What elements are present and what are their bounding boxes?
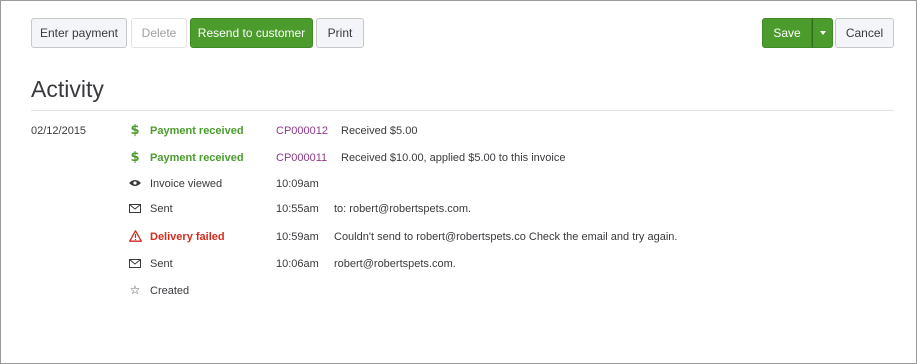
envelope-icon — [128, 256, 142, 270]
activity-time: 10:09am — [276, 178, 319, 190]
activity-event: Delivery failed — [150, 231, 225, 243]
activity-time: 10:55am — [276, 203, 319, 215]
activity-title: Activity — [31, 76, 104, 102]
activity-row: $ Payment received CP000012 Received $5.… — [1, 123, 917, 139]
star-icon: ☆ — [129, 283, 141, 297]
activity-row: Invoice viewed 10:09am — [1, 176, 917, 192]
resend-to-customer-button[interactable]: Resend to customer — [190, 18, 313, 48]
activity-detail: Received $5.00 — [341, 125, 418, 137]
activity-detail: robert@robertspets.com. — [334, 258, 456, 270]
save-options-dropdown[interactable] — [812, 18, 833, 48]
chevron-down-icon — [819, 31, 826, 35]
print-button[interactable]: Print — [316, 18, 364, 48]
activity-row: Delivery failed 10:59am Couldn't send to… — [1, 229, 917, 245]
dollar-icon: $ — [130, 122, 140, 138]
enter-payment-button[interactable]: Enter payment — [31, 18, 127, 48]
activity-detail: Received $10.00, applied $5.00 to this i… — [341, 152, 566, 164]
payment-ref-link[interactable]: CP000012 — [276, 125, 328, 137]
activity-event: Created — [150, 285, 190, 297]
activity-time: 10:06am — [276, 258, 319, 270]
warning-icon — [128, 229, 142, 243]
cancel-button[interactable]: Cancel — [835, 18, 894, 48]
activity-detail: Couldn't send to robert@robertspets.co C… — [334, 231, 678, 243]
eye-icon — [128, 176, 142, 190]
activity-event: Invoice viewed — [150, 178, 223, 190]
invoice-activity-panel: Enter payment Delete Resend to customer … — [0, 0, 917, 364]
envelope-icon — [128, 201, 142, 215]
divider — [31, 110, 894, 111]
activity-event: Sent — [150, 258, 173, 270]
activity-row: Sent 10:06am robert@robertspets.com. — [1, 256, 917, 272]
save-button[interactable]: Save — [762, 18, 812, 48]
payment-ref-link[interactable]: CP000011 — [276, 152, 327, 164]
delete-button[interactable]: Delete — [131, 18, 187, 48]
activity-row: Sent 10:55am to: robert@robertspets.com. — [1, 201, 917, 217]
activity-event: Payment received — [150, 152, 244, 164]
activity-event: Payment received — [150, 125, 244, 137]
activity-event: Sent — [150, 203, 173, 215]
activity-row: $ Payment received CP000011 Received $10… — [1, 150, 917, 166]
save-split-button: Save — [762, 18, 833, 48]
activity-row: ☆ Created — [1, 283, 917, 299]
activity-detail: to: robert@robertspets.com. — [334, 203, 472, 215]
dollar-icon: $ — [130, 149, 140, 165]
activity-time: 10:59am — [276, 231, 319, 243]
